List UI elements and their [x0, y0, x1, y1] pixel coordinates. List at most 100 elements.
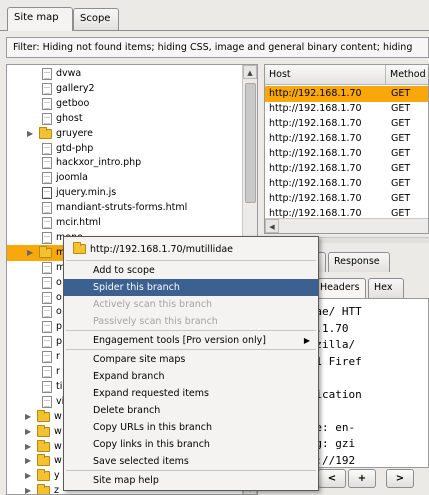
table-cell-method[interactable]: GET [387, 116, 428, 132]
table-cell-host[interactable]: http://192.168.1.70 [265, 116, 386, 132]
tree-item[interactable]: mcir.html [7, 215, 243, 231]
scroll-up-icon[interactable]: ▲ [243, 65, 257, 79]
file-icon [42, 321, 52, 334]
file-icon [42, 276, 52, 289]
next-button[interactable]: > [386, 469, 414, 488]
previous-button[interactable]: < [318, 469, 346, 488]
table-cell-host[interactable]: http://192.168.1.70 [265, 131, 386, 147]
menu-item-delete-branch[interactable]: Delete branch [64, 402, 318, 419]
tree-item-label: w [54, 455, 62, 467]
tree-item-label: gtd-php [56, 142, 94, 154]
tree-item-label: p [56, 321, 63, 333]
file-icon [42, 142, 52, 155]
table-cell-host[interactable]: http://192.168.1.70 [265, 86, 386, 102]
menu-item-label: Passively scan this branch [93, 316, 218, 327]
table-cell-method[interactable]: GET [387, 131, 428, 147]
expand-arrow-icon[interactable]: ▶ [25, 483, 31, 494]
tree-item-label: mandiant-struts-forms.html [56, 202, 188, 214]
expand-arrow-icon[interactable]: ▶ [27, 126, 33, 142]
tab-site-map[interactable]: Site map [7, 7, 73, 31]
add-button[interactable]: + [348, 469, 376, 488]
filter-bar[interactable]: Filter: Hiding not found items; hiding C… [6, 37, 429, 58]
tree-item-label: ghost [56, 112, 83, 124]
table-cell-host[interactable]: http://192.168.1.70 [265, 101, 386, 117]
menu-item-passively-scan-this-branch: Passively scan this branch [64, 313, 318, 330]
file-icon [42, 97, 52, 110]
table-cell-host[interactable]: http://192.168.1.70 [265, 176, 386, 192]
table-cell-method[interactable]: GET [387, 161, 428, 177]
file-icon [42, 306, 52, 319]
tab-scope[interactable]: Scope [73, 8, 119, 30]
tree-item[interactable]: joomla [7, 170, 243, 186]
table-cell-method[interactable]: GET [387, 176, 428, 192]
menu-item-label: Save selected items [93, 456, 189, 467]
expand-arrow-icon[interactable]: ▶ [25, 439, 31, 455]
tree-item[interactable]: ▶ gruyere [7, 126, 243, 142]
table-cell-host[interactable]: http://192.168.1.70 [265, 146, 386, 162]
tab-headers[interactable]: Headers [314, 278, 366, 298]
table-cell-host[interactable]: http://192.168.1.70 [265, 161, 386, 177]
expand-arrow-icon[interactable]: ▶ [25, 424, 31, 440]
tree-item-label: z [54, 485, 59, 495]
table-cell-method[interactable]: GET [387, 86, 428, 102]
tree-item-label: w [54, 410, 62, 422]
tree-item[interactable]: getboo [7, 96, 243, 112]
file-icon [42, 291, 52, 304]
table-cell-method[interactable]: GET [387, 101, 428, 117]
tree-item[interactable]: dvwa [7, 66, 243, 82]
menu-item-spider-this-branch[interactable]: Spider this branch [64, 279, 318, 296]
file-icon [42, 157, 52, 170]
menu-header-url: http://192.168.1.70/mutillidae [90, 244, 234, 255]
menu-item-site-map-help[interactable]: Site map help [64, 472, 318, 489]
tree-item[interactable]: gallery2 [7, 81, 243, 97]
tree-scroll-thumb[interactable] [245, 83, 256, 203]
table-hscrollbar[interactable]: ◀ [265, 218, 428, 233]
folder-icon [73, 242, 86, 254]
expand-arrow-icon[interactable]: ▶ [25, 409, 31, 425]
file-icon [42, 351, 52, 364]
request-table[interactable]: Host Method http://192.168.1.70 GET http:/… [264, 64, 429, 234]
file-icon [42, 380, 52, 393]
menu-item-label: Site map help [93, 475, 159, 486]
column-header-host[interactable]: Host [265, 65, 386, 85]
tree-item[interactable]: mandiant-struts-forms.html [7, 200, 243, 216]
file-icon [42, 112, 52, 125]
scroll-left-icon[interactable]: ◀ [265, 219, 279, 233]
folder-icon [37, 454, 50, 467]
file-icon [42, 68, 52, 80]
menu-separator [66, 260, 316, 261]
column-header-method[interactable]: Method [386, 65, 428, 85]
menu-item-label: Engagement tools [Pro version only] [93, 335, 266, 346]
expand-arrow-icon[interactable]: ▶ [25, 453, 31, 469]
folder-icon [37, 424, 50, 437]
tree-item-label: w [54, 425, 62, 437]
menu-item-compare-site-maps[interactable]: Compare site maps [64, 351, 318, 368]
context-menu: http://192.168.1.70/mutillidae Add to sc… [63, 236, 319, 491]
folder-icon [37, 409, 50, 422]
tree-item-label: p [56, 336, 63, 348]
menu-item-label: Delete branch [93, 405, 161, 416]
table-cell-method[interactable]: GET [387, 191, 428, 207]
tree-item[interactable]: hackxor_intro.php [7, 155, 243, 171]
menu-item-expand-branch[interactable]: Expand branch [64, 368, 318, 385]
menu-item-expand-requested-items[interactable]: Expand requested items [64, 385, 318, 402]
menu-item-add-to-scope[interactable]: Add to scope [64, 262, 318, 279]
tree-item[interactable]: gtd-php [7, 141, 243, 157]
tree-item[interactable]: ghost [7, 111, 243, 127]
expand-arrow-icon[interactable]: ▶ [25, 468, 31, 484]
tree-item-label: w [54, 440, 62, 452]
tree-item-label: dvwa [56, 68, 82, 79]
menu-item-engagement-tools-pro-version-only[interactable]: Engagement tools [Pro version only] ▶ [64, 332, 318, 349]
table-cell-host[interactable]: http://192.168.1.70 [265, 191, 386, 207]
menu-item-copy-urls-in-this-branch[interactable]: Copy URLs in this branch [64, 419, 318, 436]
menu-separator [66, 349, 316, 350]
tree-item[interactable]: jquery.min.js [7, 185, 243, 201]
table-cell-method[interactable]: GET [387, 146, 428, 162]
menu-item-label: Spider this branch [93, 282, 180, 293]
menu-item-save-selected-items[interactable]: Save selected items [64, 453, 318, 470]
tab-hex[interactable]: Hex [368, 278, 404, 298]
tab-response[interactable]: Response [328, 252, 390, 272]
menu-item-label: Add to scope [93, 265, 155, 276]
expand-arrow-icon[interactable]: ▶ [27, 245, 33, 261]
menu-item-copy-links-in-this-branch[interactable]: Copy links in this branch [64, 436, 318, 453]
